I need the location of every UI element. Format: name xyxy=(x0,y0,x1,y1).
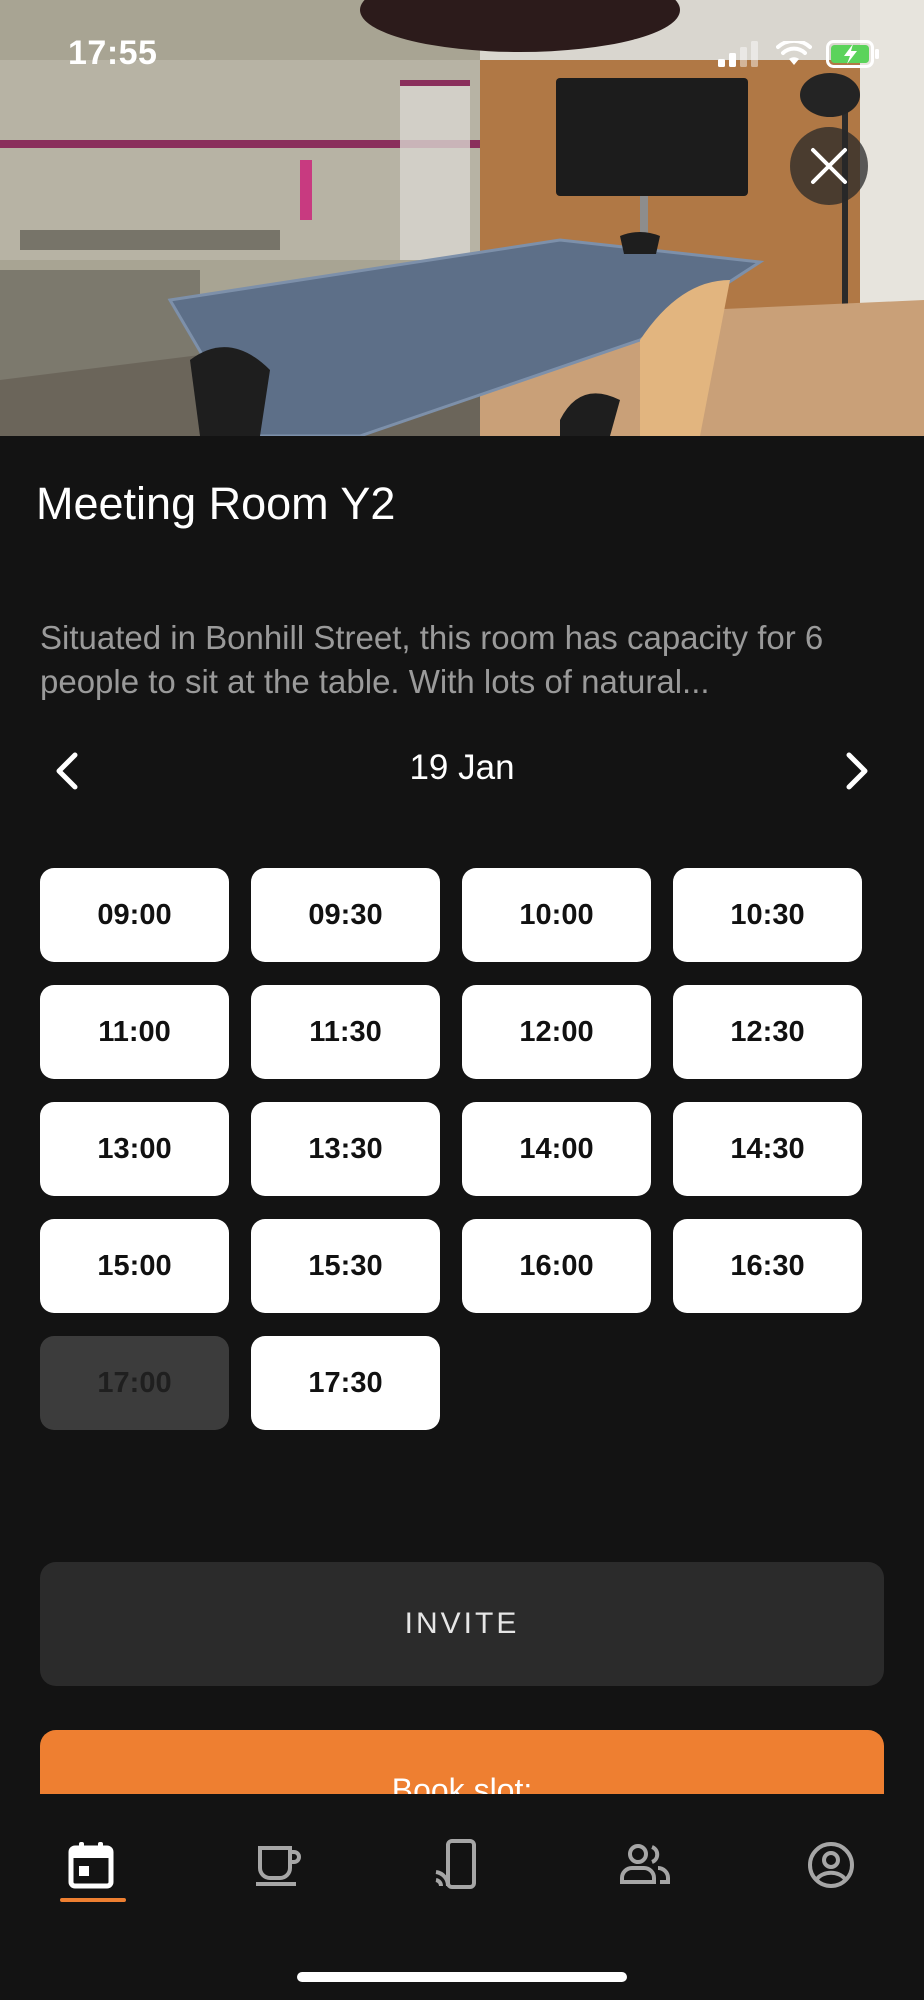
account-circle-icon xyxy=(808,1842,854,1888)
tab-bookings[interactable] xyxy=(46,1820,136,1910)
time-slot[interactable]: 10:30 xyxy=(673,868,862,962)
room-description: Situated in Bonhill Street, this room ha… xyxy=(40,619,824,700)
coffee-cup-icon xyxy=(256,1846,301,1886)
tab-devices[interactable] xyxy=(412,1820,502,1910)
close-button[interactable] xyxy=(790,127,868,205)
time-slot[interactable]: 15:30 xyxy=(251,1219,440,1313)
time-slot[interactable]: 09:30 xyxy=(251,868,440,962)
calendar-icon xyxy=(68,1842,114,1889)
time-slot[interactable]: 09:00 xyxy=(40,868,229,962)
tab-people[interactable] xyxy=(600,1820,690,1910)
time-slot[interactable]: 14:30 xyxy=(673,1102,862,1196)
time-slot-grid: 09:00 09:30 10:00 10:30 11:00 11:30 12:0… xyxy=(40,868,862,1430)
tab-profile[interactable] xyxy=(786,1820,876,1910)
time-slot-unavailable: 17:00 xyxy=(40,1336,229,1430)
time-slot[interactable]: 12:30 xyxy=(673,985,862,1079)
close-icon xyxy=(811,148,847,184)
time-slot[interactable]: 11:30 xyxy=(251,985,440,1079)
chevron-right-icon xyxy=(846,752,868,790)
room-title: Meeting Room Y2 xyxy=(36,478,396,529)
status-time: 17:55 xyxy=(68,34,158,72)
time-slot[interactable]: 12:00 xyxy=(462,985,651,1079)
time-slot[interactable]: 11:00 xyxy=(40,985,229,1079)
next-day-button[interactable] xyxy=(832,746,882,796)
time-slot[interactable]: 13:00 xyxy=(40,1102,229,1196)
active-tab-indicator xyxy=(60,1898,126,1902)
time-slot[interactable]: 16:00 xyxy=(462,1219,651,1313)
time-slot[interactable]: 14:00 xyxy=(462,1102,651,1196)
selected-date: 19 Jan xyxy=(409,748,515,787)
time-slot[interactable]: 15:00 xyxy=(40,1219,229,1313)
cellular-signal-icon xyxy=(718,41,758,67)
status-icons xyxy=(718,40,880,68)
time-slot[interactable]: 17:30 xyxy=(251,1336,440,1430)
tab-cafe[interactable] xyxy=(232,1820,322,1910)
wifi-icon xyxy=(776,41,812,65)
time-slot[interactable]: 16:30 xyxy=(673,1219,862,1313)
time-slot[interactable]: 10:00 xyxy=(462,868,651,962)
status-bar: 17:55 xyxy=(0,0,924,110)
phone-cast-icon xyxy=(435,1839,476,1889)
home-indicator xyxy=(297,1972,627,1982)
bottom-tab-bar xyxy=(0,1794,924,2000)
people-icon xyxy=(620,1844,670,1884)
invite-button[interactable]: INVITE xyxy=(40,1562,884,1686)
date-navigation: 19 Jan xyxy=(0,740,924,800)
time-slot[interactable]: 13:30 xyxy=(251,1102,440,1196)
battery-charging-icon xyxy=(826,40,879,68)
